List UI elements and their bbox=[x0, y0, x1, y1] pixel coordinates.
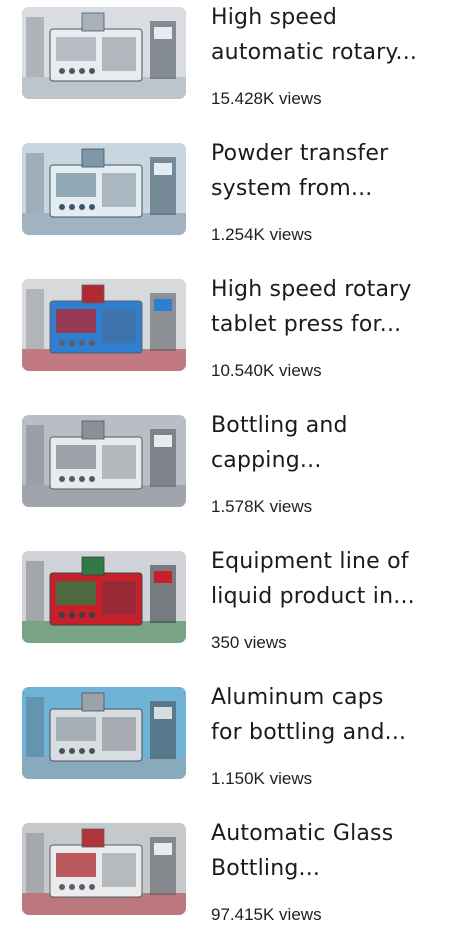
view-count: 1.578K views bbox=[211, 497, 313, 516]
video-title-line-1: Aluminum caps bbox=[211, 685, 384, 710]
video-title-line-2: tablet press for... bbox=[211, 312, 402, 337]
video-title-line-2: for bottling and... bbox=[211, 720, 407, 745]
video-thumbnail[interactable] bbox=[22, 7, 186, 99]
video-item-1[interactable]: High speed automatic rotary... 15.428K v… bbox=[0, 0, 461, 116]
video-title[interactable]: Equipment line of liquid product in... bbox=[211, 544, 447, 614]
tablet-press-machine-thumbnail bbox=[22, 7, 186, 99]
powder-transfer-system-thumbnail bbox=[22, 143, 186, 235]
video-title-line-1: High speed rotary bbox=[211, 277, 412, 302]
video-thumbnail[interactable] bbox=[22, 279, 186, 371]
video-title[interactable]: Aluminum caps for bottling and... bbox=[211, 680, 447, 750]
video-item-5[interactable]: Equipment line of liquid product in... 3… bbox=[0, 544, 461, 660]
video-title-line-2: liquid product in... bbox=[211, 584, 415, 609]
video-title-line-2: automatic rotary... bbox=[211, 40, 418, 65]
video-item-3[interactable]: High speed rotary tablet press for... 10… bbox=[0, 272, 461, 388]
video-thumbnail[interactable] bbox=[22, 823, 186, 915]
video-list: High speed automatic rotary... 15.428K v… bbox=[0, 0, 461, 927]
video-thumbnail[interactable] bbox=[22, 687, 186, 779]
video-title-line-1: Automatic Glass bbox=[211, 821, 394, 846]
video-title-line-1: Equipment line of bbox=[211, 549, 409, 574]
video-item-7[interactable]: Automatic Glass Bottling... 97.415K view… bbox=[0, 816, 461, 927]
video-item-6[interactable]: Aluminum caps for bottling and... 1.150K… bbox=[0, 680, 461, 796]
video-item-4[interactable]: Bottling and capping... 1.578K views bbox=[0, 408, 461, 524]
video-title[interactable]: Bottling and capping... bbox=[211, 408, 447, 478]
video-thumbnail[interactable] bbox=[22, 143, 186, 235]
video-title-line-1: High speed bbox=[211, 5, 338, 30]
video-title-line-1: Bottling and bbox=[211, 413, 348, 438]
video-title[interactable]: High speed automatic rotary... bbox=[211, 0, 447, 70]
video-thumbnail[interactable] bbox=[22, 415, 186, 507]
video-title[interactable]: Powder transfer system from... bbox=[211, 136, 447, 206]
video-title[interactable]: Automatic Glass Bottling... bbox=[211, 816, 447, 886]
bottling-capping-machine-thumbnail bbox=[22, 415, 186, 507]
aluminum-caps-machine-thumbnail bbox=[22, 687, 186, 779]
glass-bottling-machine-thumbnail bbox=[22, 823, 186, 915]
rotary-tablet-press-thumbnail bbox=[22, 279, 186, 371]
video-thumbnail[interactable] bbox=[22, 551, 186, 643]
view-count: 10.540K views bbox=[211, 361, 322, 380]
video-title-line-1: Powder transfer bbox=[211, 141, 389, 166]
view-count: 350 views bbox=[211, 633, 287, 652]
view-count: 15.428K views bbox=[211, 89, 322, 108]
view-count: 1.254K views bbox=[211, 225, 313, 244]
video-title[interactable]: High speed rotary tablet press for... bbox=[211, 272, 447, 342]
liquid-product-line-thumbnail bbox=[22, 551, 186, 643]
view-count: 97.415K views bbox=[211, 905, 322, 924]
video-title-line-2: Bottling... bbox=[211, 856, 321, 881]
video-title-line-2: capping... bbox=[211, 448, 322, 473]
video-item-2[interactable]: Powder transfer system from... 1.254K vi… bbox=[0, 136, 461, 252]
view-count: 1.150K views bbox=[211, 769, 313, 788]
video-title-line-2: system from... bbox=[211, 176, 373, 201]
